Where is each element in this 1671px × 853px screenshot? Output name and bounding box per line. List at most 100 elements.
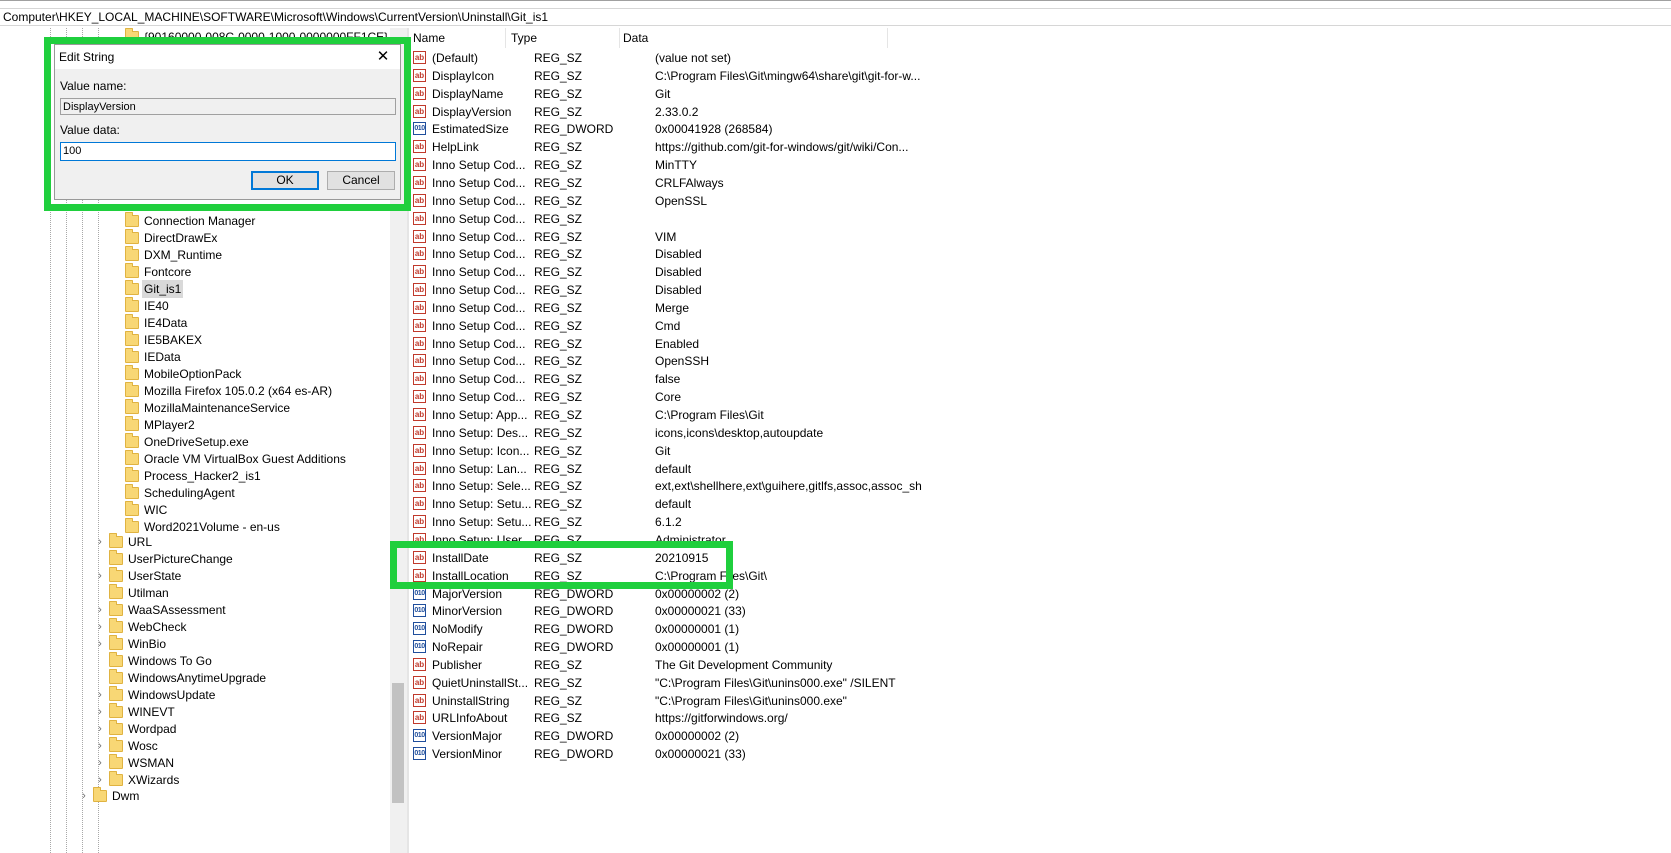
list-row[interactable]: 010 MajorVersion REG_DWORD 0x00000002 (2)	[409, 585, 1309, 603]
tree-item-label: WinBio	[128, 637, 167, 651]
value-type-cell: REG_SZ	[534, 265, 583, 280]
list-row[interactable]: 010 MinorVersion REG_DWORD 0x00000021 (33)	[409, 602, 1309, 620]
value-type-cell: REG_SZ	[534, 283, 583, 298]
value-type-cell: REG_SZ	[534, 568, 583, 583]
list-row[interactable]: ab Inno Setup Cod... REG_SZ VIM	[409, 228, 1309, 246]
list-row[interactable]: ab Inno Setup Cod... REG_SZ MinTTY	[409, 156, 1309, 174]
value-name-cell: Inno Setup Cod...	[432, 265, 526, 280]
list-row[interactable]: ab Inno Setup Cod... REG_SZ Cmd	[409, 317, 1309, 335]
value-type-cell: REG_SZ	[534, 51, 583, 65]
list-row[interactable]: ab (Default) REG_SZ (value not set)	[409, 49, 1309, 67]
list-row[interactable]: ab Inno Setup Cod... REG_SZ OpenSSL	[409, 192, 1309, 210]
list-row[interactable]: ab Inno Setup Cod... REG_SZ Disabled	[409, 245, 1309, 263]
string-value-icon: ab	[413, 461, 426, 475]
tree-item-label: UserPictureChange	[128, 552, 233, 566]
string-value-icon: ab	[413, 354, 426, 368]
list-row[interactable]: ab DisplayVersion REG_SZ 2.33.0.2	[409, 103, 1309, 121]
list-row[interactable]: ab Inno Setup Cod... REG_SZ false	[409, 370, 1309, 388]
list-row[interactable]: ab Inno Setup: App... REG_SZ C:\Program Fil…	[409, 406, 1309, 424]
tree-item-label: WebCheck	[128, 620, 187, 634]
list-row[interactable]: ab InstallLocation REG_SZ C:\Program Files\…	[409, 567, 1309, 585]
folder-icon	[93, 787, 107, 802]
list-row[interactable]: ab Inno Setup: Des... REG_SZ icons,icons\de…	[409, 424, 1309, 442]
list-row[interactable]: 010 VersionMajor REG_DWORD 0x00000002 (2)	[409, 727, 1309, 745]
list-row[interactable]: ab UninstallString REG_SZ "C:\Program Files…	[409, 692, 1309, 710]
tree-scrollbar-thumb[interactable]	[392, 683, 404, 803]
chevron-right-icon[interactable]: ›	[95, 567, 105, 585]
value-type-cell: REG_SZ	[534, 532, 583, 547]
list-row[interactable]: ab Publisher REG_SZ The Git Development Com…	[409, 656, 1309, 674]
value-type-cell: REG_SZ	[534, 443, 583, 458]
list-row[interactable]: ab QuietUninstallSt... REG_SZ "C:\Program F…	[409, 674, 1309, 692]
value-type-cell: REG_SZ	[534, 675, 583, 690]
string-value-icon: ab	[413, 247, 426, 261]
value-data-cell: 0x00000001 (1)	[655, 640, 740, 655]
folder-icon	[125, 467, 139, 482]
list-row[interactable]: ab Inno Setup Cod... REG_SZ Enabled	[409, 335, 1309, 353]
chevron-right-icon[interactable]: ›	[95, 601, 105, 619]
chevron-right-icon[interactable]: ›	[79, 787, 89, 805]
tree-item-label: Git_is1	[142, 280, 184, 298]
list-row[interactable]: ab HelpLink REG_SZ https://github.com/git-f…	[409, 138, 1309, 156]
list-row[interactable]: 010 VersionMinor REG_DWORD 0x00000021 (33)	[409, 745, 1309, 763]
chevron-right-icon[interactable]: ›	[95, 754, 105, 772]
list-row[interactable]: ab Inno Setup: Lan... REG_SZ default	[409, 460, 1309, 478]
list-row[interactable]: ab Inno Setup Cod... REG_SZ CRLFAlways	[409, 174, 1309, 192]
chevron-right-icon[interactable]: ›	[95, 618, 105, 636]
list-row[interactable]: ab Inno Setup Cod... REG_SZ Core	[409, 388, 1309, 406]
chevron-right-icon[interactable]: ›	[95, 686, 105, 704]
column-header-type[interactable]: Type	[507, 28, 537, 48]
list-row[interactable]: ab InstallDate REG_SZ 20210915	[409, 549, 1309, 567]
list-row[interactable]: ab Inno Setup: User REG_SZ Administrator	[409, 531, 1309, 549]
list-row[interactable]: ab Inno Setup: Icon... REG_SZ Git	[409, 442, 1309, 460]
column-divider[interactable]	[887, 28, 888, 48]
column-header-name[interactable]: Name	[409, 28, 445, 48]
column-header-data[interactable]: Data	[619, 28, 648, 48]
cancel-button[interactable]: Cancel	[327, 171, 395, 190]
value-data-cell: VIM	[655, 229, 677, 244]
close-icon[interactable]: ✕	[366, 45, 400, 69]
chevron-right-icon[interactable]: ›	[95, 737, 105, 755]
value-name-field[interactable]: DisplayVersion	[60, 98, 396, 115]
chevron-right-icon[interactable]: ›	[95, 635, 105, 653]
value-name-cell: Inno Setup: App...	[432, 408, 528, 422]
list-row[interactable]: ab DisplayIcon REG_SZ C:\Program Files\Git\…	[409, 67, 1309, 85]
value-data-field[interactable]: 100	[60, 142, 396, 161]
value-type-cell: REG_SZ	[534, 372, 583, 387]
list-row[interactable]: ab Inno Setup: Setu... REG_SZ default	[409, 495, 1309, 513]
string-value-icon: ab	[413, 68, 426, 82]
values-list: Name Type Data ab (Default) REG_SZ (value n…	[409, 28, 1671, 853]
value-data-cell: CRLFAlways	[655, 175, 724, 190]
list-row[interactable]: ab Inno Setup: Sele... REG_SZ ext,ext\shell…	[409, 477, 1309, 495]
chevron-right-icon[interactable]: ›	[95, 533, 105, 551]
list-row[interactable]: ab Inno Setup Cod... REG_SZ Merge	[409, 299, 1309, 317]
value-type-cell: REG_SZ	[534, 300, 583, 315]
value-data-cell: default	[655, 497, 692, 512]
list-row[interactable]: 010 EstimatedSize REG_DWORD 0x00041928 (268…	[409, 120, 1309, 138]
list-row[interactable]: ab Inno Setup Cod... REG_SZ	[409, 210, 1309, 228]
folder-icon	[109, 635, 123, 650]
value-type-cell: REG_SZ	[534, 657, 583, 672]
list-row[interactable]: ab Inno Setup Cod... REG_SZ Disabled	[409, 281, 1309, 299]
list-row[interactable]: ab Inno Setup: Setu... REG_SZ 6.1.2	[409, 513, 1309, 531]
column-divider[interactable]	[505, 28, 506, 48]
value-name-cell: Inno Setup Cod...	[432, 247, 526, 262]
list-row[interactable]: ab Inno Setup Cod... REG_SZ Disabled	[409, 263, 1309, 281]
list-row[interactable]: 010 NoRepair REG_DWORD 0x00000001 (1)	[409, 638, 1309, 656]
list-row[interactable]: ab Inno Setup Cod... REG_SZ OpenSSH	[409, 352, 1309, 370]
ok-button[interactable]: OK	[251, 171, 319, 190]
list-row[interactable]: 010 NoModify REG_DWORD 0x00000001 (1)	[409, 620, 1309, 638]
list-row[interactable]: ab URLInfoAbout REG_SZ https://gitforwindow…	[409, 709, 1309, 727]
string-value-icon: ab	[413, 568, 426, 582]
value-name-cell: Inno Setup Cod...	[432, 193, 526, 208]
string-value-icon: ab	[413, 336, 426, 350]
value-type-cell: REG_SZ	[534, 175, 583, 190]
folder-icon	[125, 518, 139, 533]
folder-icon	[109, 584, 123, 599]
list-row[interactable]: ab DisplayName REG_SZ Git	[409, 85, 1309, 103]
address-bar[interactable]: Computer\HKEY_LOCAL_MACHINE\SOFTWARE\Mic…	[0, 8, 1671, 26]
chevron-right-icon[interactable]: ›	[95, 720, 105, 738]
value-name-cell: QuietUninstallSt...	[432, 675, 529, 690]
value-type-cell: REG_DWORD	[534, 640, 614, 655]
chevron-right-icon[interactable]: ›	[95, 703, 105, 721]
